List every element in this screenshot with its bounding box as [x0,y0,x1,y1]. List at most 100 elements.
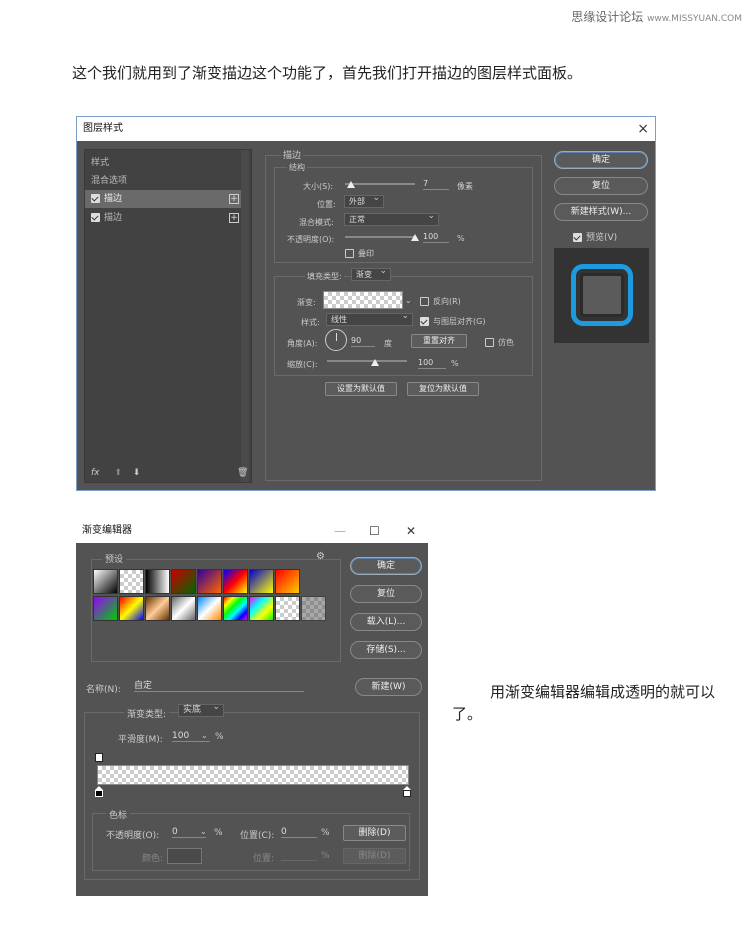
preset-swatch[interactable] [93,596,118,621]
opacity-slider-thumb[interactable] [411,234,419,241]
preset-swatch[interactable] [171,596,196,621]
style-list-header[interactable]: 样式 [85,154,243,172]
new-gradient-button[interactable]: 新建(W) [355,678,422,696]
preset-swatch[interactable] [223,596,248,621]
dither-checkbox[interactable]: 仿色 [485,337,514,348]
new-style-button[interactable]: 新建样式(W)... [554,203,648,221]
fx-icon[interactable]: fx [91,468,100,478]
chevron-down-icon[interactable]: ⌄ [200,827,207,836]
gradient-swatch[interactable] [323,291,403,309]
preset-swatch[interactable] [223,569,248,594]
save-button[interactable]: 存储(S)... [350,641,422,659]
close-icon[interactable]: ✕ [406,519,416,543]
reverse-checkbox[interactable]: 反向(R) [420,296,461,307]
size-slider[interactable] [345,183,415,185]
preset-swatch[interactable] [93,569,118,594]
checkbox-icon[interactable] [91,213,100,222]
stroke-effect-item-1[interactable]: 描边 + [85,190,243,208]
chevron-down-icon[interactable]: ⌄ [201,731,208,740]
checkbox-icon[interactable] [485,338,494,347]
reset-align-button[interactable]: 重置对齐 [411,334,467,348]
watermark-url: www.MISSYUAN.COM [647,14,742,24]
stop-position-input[interactable]: 0 [281,826,317,838]
preset-swatch[interactable] [119,569,144,594]
close-icon[interactable]: × [637,117,649,141]
align-layer-checkbox[interactable]: 与图层对齐(G) [420,316,485,327]
presets-label: 预设 [102,552,127,565]
set-default-button[interactable]: 设置为默认值 [325,382,397,396]
maximize-icon[interactable]: ☐ [369,519,380,543]
name-input[interactable]: 自定 [134,680,304,692]
preset-swatch[interactable] [249,569,274,594]
stroke-label: 描边 [104,194,123,204]
load-button[interactable]: 载入(L)... [350,613,422,631]
size-input[interactable]: 7 [423,178,449,190]
angle-dial[interactable] [325,329,347,351]
gradient-bar[interactable] [97,765,409,785]
smoothness-unit: % [215,732,224,742]
preset-swatch[interactable] [301,596,326,621]
intro-text: 这个我们就用到了渐变描边这个功能了，首先我们打开描边的图层样式面板。 [72,64,583,82]
opacity-stop-left[interactable] [95,753,103,762]
move-up-icon[interactable]: ⬆ [114,468,122,478]
scale-slider-thumb[interactable] [371,359,379,366]
reset-default-button[interactable]: 复位为默认值 [407,382,479,396]
reset-button[interactable]: 复位 [554,177,648,195]
ok-button[interactable]: 确定 [350,557,422,575]
blend-options-label: 混合选项 [91,176,128,186]
watermark-main: 思缘设计论坛 [571,10,644,24]
trash-icon[interactable]: 🗑 [237,468,248,478]
gear-icon[interactable]: ⚙ [316,551,325,562]
ok-button[interactable]: 确定 [554,151,648,169]
blend-options-item[interactable]: 混合选项 [85,172,243,190]
overprint-label: 叠印 [358,249,374,258]
stop-position-unit: % [321,828,330,838]
stop-opacity-label: 不透明度(O): [106,831,160,841]
delete-color-stop-button[interactable]: 删除(D) [343,848,406,864]
style-list-header-label: 样式 [91,158,110,168]
add-effect-icon[interactable]: + [229,213,239,223]
preview-checkbox[interactable]: 预览(V) [573,230,617,243]
angle-input[interactable]: 90 [351,335,375,347]
preset-swatch[interactable] [171,569,196,594]
move-down-icon[interactable]: ⬇ [133,468,141,478]
reset-button[interactable]: 复位 [350,585,422,603]
style-select[interactable]: 线性 [326,311,413,326]
scale-input[interactable]: 100 [418,357,446,369]
overprint-checkbox[interactable]: 叠印 [345,248,374,259]
gradient-dropdown-icon[interactable]: ⌄ [405,296,412,305]
blend-mode-select[interactable]: 正常 [344,211,439,226]
position-select[interactable]: 外部 [344,193,384,208]
stop-color-swatch[interactable] [167,848,202,864]
preset-swatch[interactable] [275,569,300,594]
delete-opacity-stop-button[interactable]: 删除(D) [343,825,406,841]
fill-type-select[interactable]: 渐变 [351,266,391,281]
preset-swatch[interactable] [145,569,170,594]
color-stop-right[interactable] [403,786,411,798]
minimize-icon[interactable]: — [334,519,346,543]
opacity-slider[interactable] [345,236,415,238]
preset-swatch[interactable] [249,596,274,621]
scrollbar[interactable] [241,150,249,482]
checkbox-icon[interactable] [345,249,354,258]
checkbox-icon[interactable] [420,297,429,306]
dialog-title-bar: 图层样式 × [77,117,655,141]
add-effect-icon[interactable]: + [229,194,239,204]
stroke-section-title: 描边 [281,148,304,161]
checkbox-icon[interactable] [91,194,100,203]
angle-label: 角度(A): [287,339,318,348]
color-position-input[interactable] [281,849,317,861]
gradient-type-select[interactable]: 实底 [178,702,224,717]
opacity-input[interactable]: 100 [423,231,449,243]
checkbox-icon[interactable] [420,317,429,326]
stroke-effect-item-2[interactable]: 描边 + [85,209,243,227]
checkbox-icon[interactable] [573,233,582,242]
preset-swatch[interactable] [197,569,222,594]
color-stop-left[interactable] [95,786,103,798]
preset-swatch[interactable] [275,596,300,621]
preset-swatch[interactable] [145,596,170,621]
size-slider-thumb[interactable] [347,181,355,188]
preset-swatch[interactable] [119,596,144,621]
scale-slider[interactable] [327,360,407,362]
preset-swatch[interactable] [197,596,222,621]
